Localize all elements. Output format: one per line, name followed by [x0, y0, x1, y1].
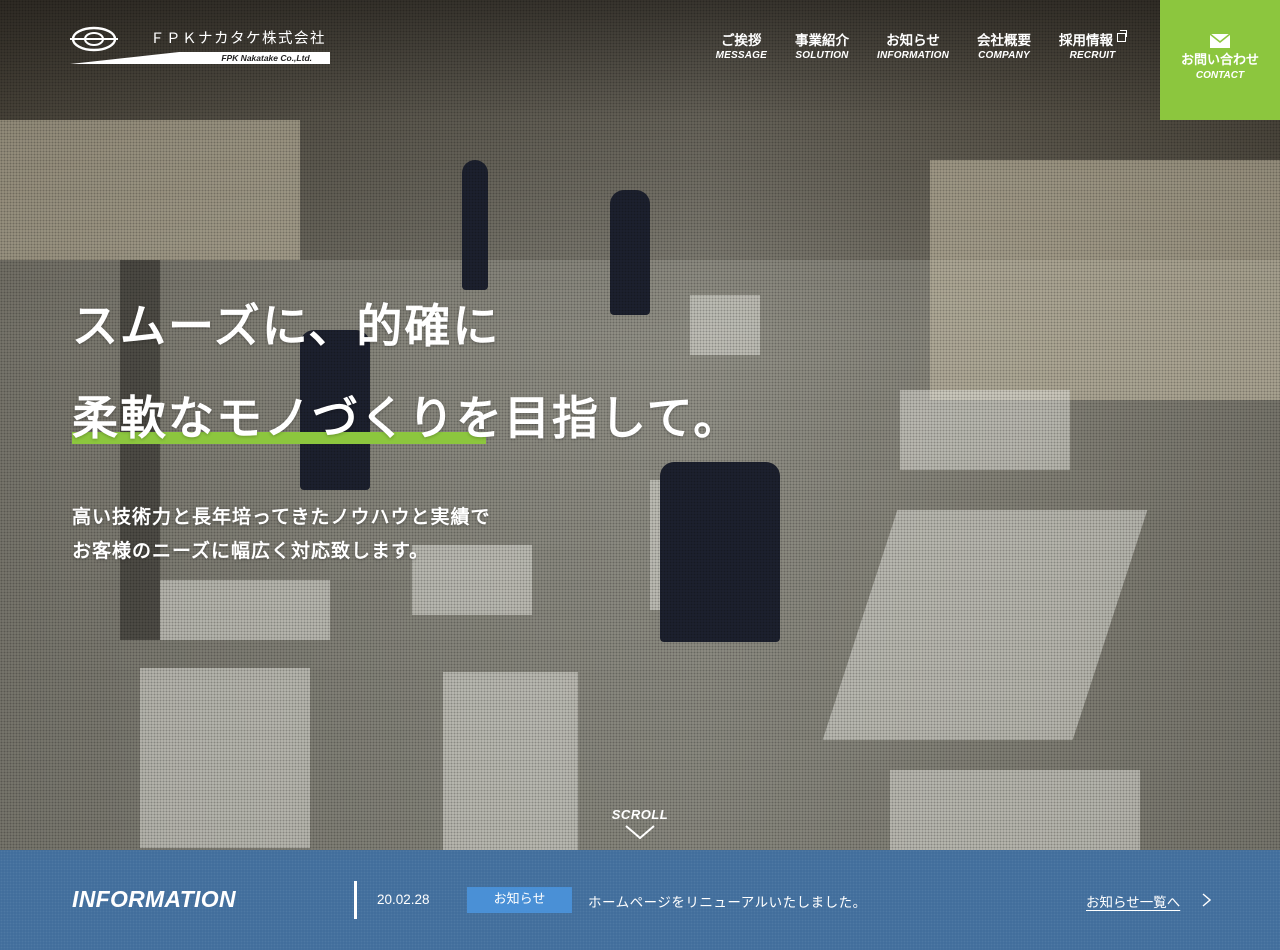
- nav-label-jp: 採用情報: [1059, 30, 1127, 49]
- news-item-link[interactable]: ホームページをリニューアルいたしました。: [588, 891, 867, 911]
- nav-label-jp: ご挨拶: [721, 33, 762, 49]
- logo-name-en: FPK Nakatake Co.,Ltd.: [221, 53, 312, 63]
- contact-button[interactable]: お問い合わせ CONTACT: [1160, 0, 1280, 120]
- nav-label-en: MESSAGE: [715, 50, 767, 61]
- headline-highlight-text: 柔軟なモノづくり: [72, 391, 456, 445]
- chevron-down-icon: [625, 825, 655, 839]
- nav-label-en: INFORMATION: [876, 50, 949, 61]
- main-nav: ご挨拶 MESSAGE 事業紹介 SOLUTION お知らせ INFORMATI…: [702, 30, 1140, 63]
- nav-label-jp: お知らせ: [886, 33, 940, 49]
- nav-label-en: RECRUIT: [1069, 50, 1116, 61]
- nav-item-information[interactable]: お知らせ INFORMATION: [863, 33, 963, 63]
- external-link-icon: [1117, 30, 1127, 42]
- hero-subtext-line1: 高い技術力と長年培ってきたノウハウと実績で: [72, 506, 491, 528]
- contact-label-en: CONTACT: [1195, 70, 1245, 81]
- logo-name-jp: ＦＰＫナカタケ株式会社: [150, 31, 326, 47]
- scroll-indicator[interactable]: SCROLL: [590, 804, 690, 839]
- nav-label-en: SOLUTION: [795, 50, 849, 61]
- hero-subtext: 高い技術力と長年培ってきたノウハウと実績で お客様のニーズに幅広く対応致します。: [72, 500, 490, 568]
- logo-mark-icon: [70, 26, 118, 52]
- hero-subtext-line2: お客様のニーズに幅広く対応致します。: [72, 540, 430, 562]
- information-bar: INFORMATION 20.02.28 お知らせ ホームページをリニューアルい…: [0, 850, 1280, 950]
- company-logo[interactable]: ＦＰＫナカタケ株式会社 FPK Nakatake Co.,Ltd.: [70, 26, 332, 66]
- nav-label-en: COMPANY: [978, 50, 1030, 61]
- chevron-right-icon[interactable]: [1202, 893, 1211, 907]
- scroll-label: SCROLL: [611, 807, 669, 822]
- nav-item-recruit[interactable]: 採用情報 RECRUIT: [1045, 30, 1140, 63]
- headline-rest-text: を目指して。: [456, 391, 742, 445]
- news-list-link[interactable]: お知らせ一覧へ: [1086, 891, 1180, 911]
- nav-label-jp: 会社概要: [977, 33, 1031, 49]
- news-date: 20.02.28: [377, 892, 430, 907]
- contact-label-jp: お問い合わせ: [1180, 53, 1259, 68]
- news-category-badge: お知らせ: [467, 887, 572, 913]
- information-divider: [354, 881, 357, 919]
- nav-item-company[interactable]: 会社概要 COMPANY: [963, 33, 1045, 63]
- nav-item-message[interactable]: ご挨拶 MESSAGE: [702, 33, 781, 63]
- hero-headline-line2: 柔軟なモノづくりを目指して。: [72, 390, 741, 446]
- nav-item-solution[interactable]: 事業紹介 SOLUTION: [781, 33, 863, 63]
- nav-label-jp-text: 採用情報: [1059, 33, 1113, 49]
- hero-headline-line1: スムーズに、的確に: [72, 299, 501, 353]
- information-title: INFORMATION: [72, 886, 236, 912]
- mail-icon: [1210, 34, 1230, 48]
- nav-label-jp: 事業紹介: [794, 33, 849, 49]
